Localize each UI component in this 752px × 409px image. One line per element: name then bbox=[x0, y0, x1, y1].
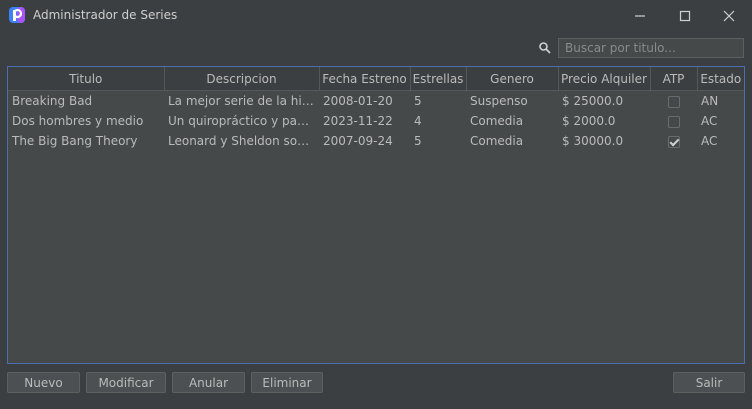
minimize-icon bbox=[635, 14, 645, 17]
maximize-button[interactable] bbox=[665, 0, 705, 31]
table-header-row: Titulo Descripcion Fecha Estreno Estrell… bbox=[8, 67, 744, 91]
cell-descripcion[interactable]: Leonard y Sheldon son do... bbox=[164, 131, 319, 151]
atp-checkbox[interactable] bbox=[667, 115, 680, 128]
cell-atp[interactable] bbox=[650, 91, 697, 112]
cell-estrellas[interactable]: 5 bbox=[410, 131, 466, 151]
cell-descripcion[interactable]: La mejor serie de la historia bbox=[164, 91, 319, 112]
cell-estado[interactable]: AC bbox=[697, 111, 744, 131]
cell-fecha-estreno[interactable]: 2007-09-24 bbox=[319, 131, 410, 151]
column-header-atp[interactable]: ATP bbox=[650, 67, 698, 91]
cell-atp[interactable] bbox=[650, 131, 697, 151]
cell-atp[interactable] bbox=[650, 111, 697, 131]
modificar-button[interactable]: Modificar bbox=[86, 372, 166, 393]
close-button[interactable] bbox=[709, 0, 749, 31]
cell-titulo[interactable]: Dos hombres y medio bbox=[8, 111, 164, 131]
cell-estrellas[interactable]: 5 bbox=[410, 91, 466, 112]
search-input[interactable] bbox=[558, 38, 744, 58]
cell-fecha-estreno[interactable]: 2023-11-22 bbox=[319, 111, 410, 131]
app-logo-icon bbox=[9, 7, 25, 23]
cell-estado[interactable]: AC bbox=[697, 131, 744, 151]
column-header-descripcion[interactable]: Descripcion bbox=[164, 67, 320, 91]
nuevo-button[interactable]: Nuevo bbox=[7, 372, 80, 393]
cell-precio-alquiler[interactable]: $ 25000.0 bbox=[558, 91, 650, 112]
cell-titulo[interactable]: Breaking Bad bbox=[8, 91, 164, 112]
column-header-precio-alquiler[interactable]: Precio Alquiler bbox=[558, 67, 651, 91]
cell-genero[interactable]: Comedia bbox=[466, 131, 558, 151]
column-header-titulo[interactable]: Titulo bbox=[8, 67, 165, 91]
window-title: Administrador de Series bbox=[33, 8, 178, 22]
cell-precio-alquiler[interactable]: $ 2000.0 bbox=[558, 111, 650, 131]
column-header-estado[interactable]: Estado bbox=[697, 67, 744, 91]
table-row[interactable]: Breaking Bad La mejor serie de la histor… bbox=[8, 91, 744, 112]
cell-genero[interactable]: Suspenso bbox=[466, 91, 558, 112]
column-header-estrellas[interactable]: Estrellas bbox=[410, 67, 467, 91]
search-icon bbox=[539, 42, 551, 54]
cell-titulo[interactable]: The Big Bang Theory bbox=[8, 131, 164, 151]
maximize-icon bbox=[679, 10, 691, 21]
eliminar-button[interactable]: Eliminar bbox=[251, 372, 323, 393]
salir-button[interactable]: Salir bbox=[673, 372, 745, 393]
atp-checkbox[interactable] bbox=[667, 135, 680, 148]
anular-button[interactable]: Anular bbox=[172, 372, 245, 393]
cell-genero[interactable]: Comedia bbox=[466, 111, 558, 131]
column-header-genero[interactable]: Genero bbox=[466, 67, 559, 91]
close-icon bbox=[723, 10, 735, 21]
atp-checkbox[interactable] bbox=[667, 95, 680, 108]
column-header-fecha-estreno[interactable]: Fecha Estreno bbox=[319, 67, 411, 91]
series-table[interactable]: Titulo Descripcion Fecha Estreno Estrell… bbox=[7, 66, 745, 364]
cell-precio-alquiler[interactable]: $ 30000.0 bbox=[558, 131, 650, 151]
main-window: Administrador de Series Buscar por titul… bbox=[0, 0, 752, 409]
table-row[interactable]: Dos hombres y medio Un quiropráctico y p… bbox=[8, 111, 744, 131]
title-bar: Administrador de Series bbox=[0, 0, 752, 31]
cell-estrellas[interactable]: 4 bbox=[410, 111, 466, 131]
cell-fecha-estreno[interactable]: 2008-01-20 bbox=[319, 91, 410, 112]
table-row[interactable]: The Big Bang Theory Leonard y Sheldon so… bbox=[8, 131, 744, 151]
cell-descripcion[interactable]: Un quiropráctico y padre s... bbox=[164, 111, 319, 131]
minimize-button[interactable] bbox=[620, 0, 660, 31]
cell-estado[interactable]: AN bbox=[697, 91, 744, 112]
